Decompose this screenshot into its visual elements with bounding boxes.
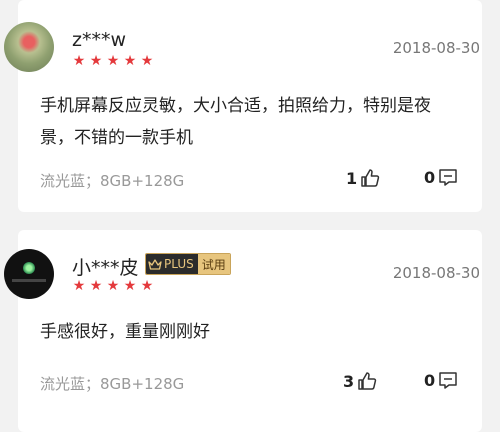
- star-icon: ★: [123, 53, 137, 69]
- star-icon: ★: [140, 53, 154, 69]
- like-count: 3: [343, 371, 355, 391]
- thumbs-up-icon: [360, 168, 380, 188]
- like-button[interactable]: 1: [346, 168, 380, 188]
- reply-button[interactable]: 0: [424, 168, 458, 187]
- star-icon: ★: [72, 278, 86, 294]
- review-comment: 手感很好，重量刚刚好: [40, 322, 210, 342]
- product-spec: 流光蓝；8GB+128G: [40, 375, 185, 393]
- plus-member-badge: PLUS 试用: [145, 253, 231, 275]
- reply-count: 0: [424, 371, 436, 390]
- thumbs-up-icon: [357, 371, 377, 391]
- star-icon: ★: [72, 53, 86, 69]
- comment-icon: [438, 168, 458, 187]
- star-icon: ★: [140, 278, 154, 294]
- review-username: z***w: [72, 29, 127, 51]
- rating-stars: ★ ★ ★ ★ ★: [72, 279, 154, 293]
- trial-label: 试用: [197, 254, 230, 274]
- review-username: 小***皮: [72, 257, 139, 279]
- rating-stars: ★ ★ ★ ★ ★: [72, 54, 154, 68]
- star-icon: ★: [89, 53, 103, 69]
- star-icon: ★: [106, 53, 120, 69]
- review-comment: 手机屏幕反应灵敏，大小合适，拍照给力，特别是夜景，不错的一款手机: [40, 96, 431, 148]
- review-date: 2018-08-30: [392, 39, 480, 57]
- product-spec: 流光蓝；8GB+128G: [40, 172, 185, 190]
- star-icon: ★: [106, 278, 120, 294]
- star-icon: ★: [123, 278, 137, 294]
- plus-label: PLUS: [164, 257, 194, 271]
- avatar[interactable]: [4, 249, 54, 299]
- reply-count: 0: [424, 168, 436, 187]
- crown-icon: [148, 258, 162, 270]
- reply-button[interactable]: 0: [424, 371, 458, 390]
- review-date: 2018-08-30: [392, 264, 480, 282]
- avatar[interactable]: [4, 22, 54, 72]
- reviews-page: z***w ★ ★ ★ ★ ★ 2018-08-30 手机屏幕反应灵敏，大小合适…: [0, 0, 500, 432]
- comment-icon: [438, 371, 458, 390]
- star-icon: ★: [89, 278, 103, 294]
- like-count: 1: [346, 168, 358, 188]
- like-button[interactable]: 3: [343, 371, 377, 391]
